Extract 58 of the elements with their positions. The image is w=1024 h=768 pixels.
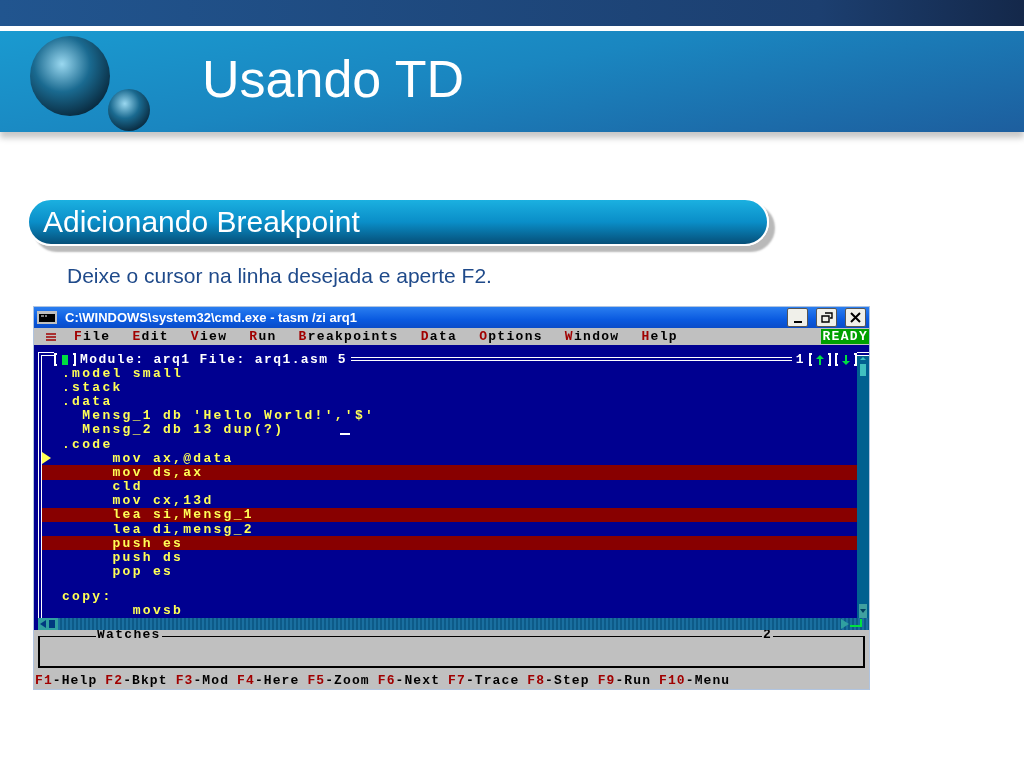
code-line: push ds [111, 550, 184, 566]
code-line: copy: [62, 589, 113, 605]
menu-item[interactable]: Options [479, 329, 543, 344]
menu-item[interactable]: Window [564, 329, 620, 344]
code-line: cld [111, 479, 143, 495]
restore-button[interactable] [816, 308, 837, 327]
status-indicator: READY [821, 329, 869, 344]
code-line: mov ds,ax [111, 464, 204, 480]
menu-item[interactable]: Help [641, 329, 678, 344]
module-title: Module: arq1 File: arq1.asm 5 [80, 351, 347, 367]
code-line: lea di,mensg_2 [111, 521, 254, 537]
function-key-hint[interactable]: F4-Here [237, 673, 300, 688]
vertical-scrollbar[interactable] [857, 356, 869, 618]
minimize-button[interactable] [787, 308, 808, 327]
slide-title: Usando TD [202, 48, 465, 109]
function-key-hint[interactable]: F3-Mod [175, 673, 230, 688]
menu-item[interactable]: B reakpoints [298, 329, 399, 344]
console-icon [37, 311, 57, 324]
code-line: .model small [62, 365, 184, 381]
code-line: .data [62, 393, 113, 409]
function-key-hint[interactable]: F5-Zoom [307, 673, 370, 688]
function-key-hint[interactable]: F8-Step [527, 673, 590, 688]
code-line: push es [111, 535, 184, 551]
close-button[interactable] [845, 308, 866, 327]
function-key-hint[interactable]: F7-Trace [448, 673, 520, 688]
close-icon [850, 312, 861, 323]
function-key-hint[interactable]: F9-Run [597, 673, 652, 688]
system-menu-icon[interactable] [46, 331, 56, 342]
scroll-down-icon[interactable] [859, 604, 867, 618]
code-line: Mensg_1 db 'Hello World!','$' [81, 408, 376, 424]
section-heading: Adicionando Breakpoint [27, 198, 769, 246]
menu-item[interactable]: Run [249, 329, 277, 344]
instruction-text: Deixe o cursor na linha desejada e aperte F2. [67, 264, 493, 288]
menu-item[interactable]: Edit [132, 329, 169, 344]
code-line: lea si,Mensg_1 [111, 507, 254, 523]
scroll-down-arrow-icon[interactable] [835, 352, 857, 366]
menu-item[interactable]: View [190, 329, 228, 344]
menu-item[interactable]: File [74, 329, 111, 344]
horizontal-scrollbar[interactable] [38, 618, 869, 630]
pane-number: 1 [795, 351, 805, 367]
scroll-left-icon[interactable] [38, 618, 58, 630]
code-line: .stack [62, 379, 123, 395]
code-line: .code [62, 436, 113, 452]
code-line: movsb [131, 603, 184, 619]
menu-item[interactable]: Data [420, 329, 458, 344]
function-key-hint[interactable]: F6-Next [377, 673, 441, 688]
scroll-up-arrow-icon[interactable] [809, 352, 831, 366]
minimize-icon [793, 320, 802, 323]
function-key-hint[interactable]: F2-Bkpt [105, 673, 168, 688]
code-line: Mensg_2 db 13 dup(?) [81, 422, 285, 438]
function-key-hint[interactable]: F1-Help [35, 673, 98, 688]
pane-close-box-icon[interactable] [54, 352, 76, 366]
function-key-hint[interactable]: F10-Menu [659, 673, 731, 688]
window-title: C:\WINDOWS\system32\cmd.exe - tasm /zi arq1 [65, 310, 358, 325]
restore-icon [820, 312, 833, 323]
code-line: mov cx,13d [111, 493, 214, 509]
code-line: mov ax,@data [111, 450, 234, 466]
code-line: pop es [111, 564, 174, 580]
